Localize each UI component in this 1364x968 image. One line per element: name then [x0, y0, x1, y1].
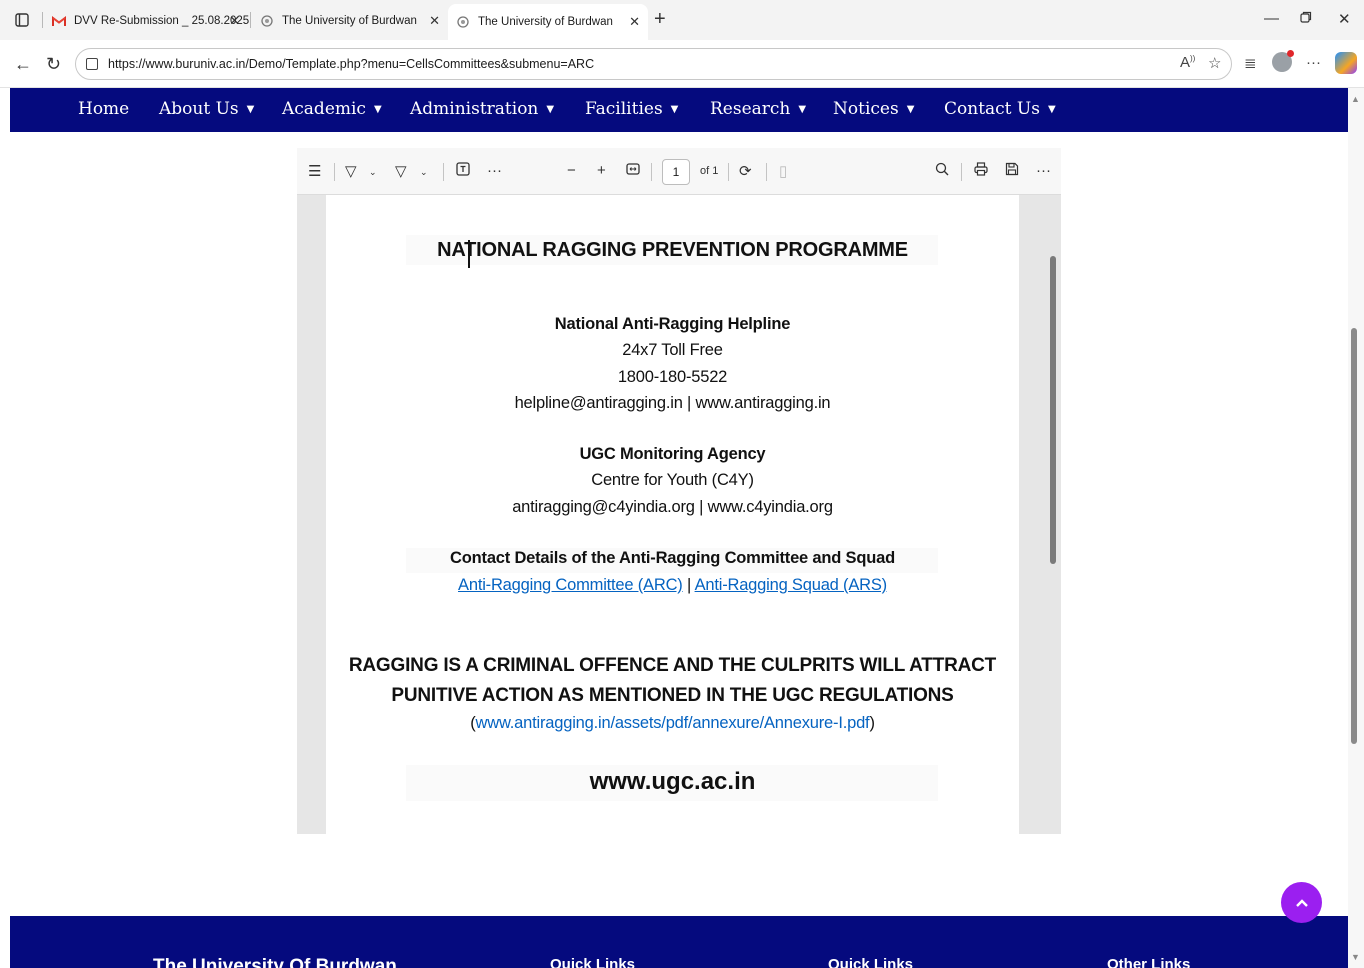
refresh-icon[interactable]: ↻ [46, 54, 61, 75]
gmail-icon [52, 14, 66, 28]
site-footer: The University Of Burdwan Quick Links Qu… [10, 916, 1348, 968]
warning-line-2: PUNITIVE ACTION AS MENTIONED IN THE UGC … [391, 685, 954, 706]
more-icon[interactable]: ··· [1306, 54, 1321, 71]
document-title: NATIONAL RAGGING PREVENTION PROGRAMME [437, 239, 908, 261]
notification-dot-icon [1287, 50, 1294, 57]
chevron-up-icon [1295, 898, 1308, 907]
read-aloud-icon[interactable]: A)) [1180, 54, 1195, 71]
nav-home[interactable]: Home [78, 99, 129, 119]
window-close-icon[interactable]: ✕ [1338, 10, 1351, 28]
helpline-contacts: helpline@antiragging.in | www.antiraggin… [514, 394, 831, 412]
minimize-icon[interactable]: — [1264, 10, 1279, 27]
text-cursor [468, 240, 470, 268]
annexure-link[interactable]: www.antiragging.in/assets/pdf/annexure/A… [476, 714, 870, 732]
footer-other-links-title: Other Links [1107, 956, 1191, 968]
ars-link[interactable]: Anti-Ragging Squad (ARS) [695, 576, 888, 594]
agency-contacts: antiragging@c4yindia.org | www.c4yindia.… [512, 498, 833, 516]
nav-label: Home [78, 99, 130, 119]
ugc-website: www.ugc.ac.in [589, 768, 756, 795]
copilot-icon[interactable] [1335, 52, 1357, 74]
caret-down-icon: ▼ [246, 104, 255, 115]
pdf-scrollbar-thumb[interactable] [1050, 256, 1056, 564]
tab-gmail[interactable]: DVV Re-Submission _ 25.08.2025 ✕ [44, 6, 250, 36]
close-icon[interactable]: ✕ [229, 13, 240, 29]
nav-label: About Us [159, 99, 239, 119]
annexure-line: (www.antiragging.in/assets/pdf/annexure/… [326, 714, 1019, 733]
tab-separator [250, 12, 251, 28]
lock-icon[interactable] [86, 58, 98, 70]
committee-links: Anti-Ragging Committee (ARC) | Anti-Ragg… [326, 576, 1019, 595]
warning-line-1: RAGGING IS A CRIMINAL OFFENCE AND THE CU… [348, 655, 997, 676]
arc-link[interactable]: Anti-Ragging Committee (ARC) [458, 576, 683, 594]
agency-heading: UGC Monitoring Agency [579, 445, 766, 463]
scroll-down-arrow-icon[interactable]: ▼ [1351, 952, 1360, 962]
tab-actions-icon[interactable] [12, 10, 32, 30]
favorites-list-icon[interactable]: ≣ [1244, 54, 1257, 72]
footer-quick-links-title: Quick Links [550, 956, 636, 968]
agency-name: Centre for Youth (C4Y) [591, 471, 754, 489]
profile-avatar[interactable] [1272, 50, 1294, 72]
favorite-star-icon[interactable]: ☆ [1208, 54, 1221, 72]
back-icon[interactable]: ← [14, 54, 32, 75]
paren-close: ) [869, 714, 875, 732]
footer-quick-links-title: Quick Links [828, 956, 914, 968]
contact-heading: Contact Details of the Anti-Ragging Comm… [450, 549, 895, 567]
nav-about-us[interactable]: About Us ▼ [159, 99, 254, 119]
contents-icon[interactable]: ☰ [308, 162, 321, 180]
pdf-content: NATIONAL RAGGING PREVENTION PROGRAMME Na… [326, 0, 1019, 968]
tab-separator [42, 12, 43, 28]
browser-window: DVV Re-Submission _ 25.08.2025 ✕ The Uni… [0, 0, 1364, 968]
helpline-heading: National Anti-Ragging Helpline [554, 315, 791, 333]
more-icon[interactable]: ··· [1036, 162, 1051, 179]
link-separator: | [686, 576, 692, 594]
footer-university-title: The University Of Burdwan [153, 956, 397, 968]
globe-icon [260, 14, 274, 28]
tab-title: DVV Re-Submission _ 25.08.2025 [74, 15, 250, 27]
helpline-line: 24x7 Toll Free [622, 341, 723, 359]
restore-icon[interactable] [1300, 10, 1312, 27]
scroll-up-arrow-icon[interactable]: ▲ [1351, 94, 1360, 104]
scroll-to-top-button[interactable] [1281, 882, 1322, 923]
helpline-phone: 1800-180-5522 [617, 368, 728, 386]
page-scrollbar-thumb[interactable] [1351, 328, 1357, 744]
caret-down-icon: ▼ [1047, 104, 1056, 115]
